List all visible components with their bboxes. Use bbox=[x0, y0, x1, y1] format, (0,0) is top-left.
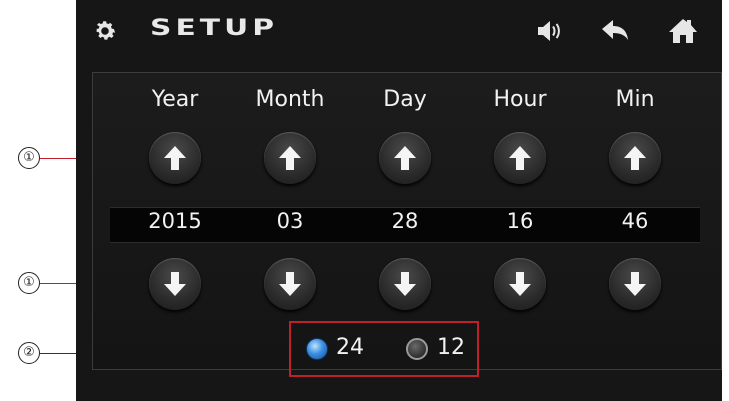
arrow-down-icon bbox=[279, 272, 301, 296]
day-value: 28 bbox=[391, 209, 419, 233]
hour-value: 16 bbox=[506, 209, 534, 233]
day-up-button[interactable] bbox=[379, 132, 431, 184]
label-min: Min bbox=[615, 87, 655, 112]
label-hour: Hour bbox=[493, 87, 547, 112]
arrow-up-icon bbox=[279, 146, 301, 170]
gear-icon[interactable] bbox=[92, 18, 118, 44]
header-bar: SETUP bbox=[76, 0, 722, 62]
callout-up-arrows: ① bbox=[18, 147, 40, 169]
arrow-down-icon bbox=[164, 272, 186, 296]
home-icon[interactable] bbox=[667, 16, 699, 46]
day-down-button[interactable] bbox=[379, 258, 431, 310]
month-up-button[interactable] bbox=[264, 132, 316, 184]
min-up-button[interactable] bbox=[609, 132, 661, 184]
label-year: Year bbox=[151, 87, 199, 112]
sound-icon[interactable] bbox=[534, 16, 566, 46]
arrow-down-icon bbox=[624, 272, 646, 296]
arrow-up-icon bbox=[624, 146, 646, 170]
page-title: SETUP bbox=[150, 16, 279, 41]
month-down-button[interactable] bbox=[264, 258, 316, 310]
radio-24-label[interactable]: 24 bbox=[336, 335, 364, 360]
radio-24-hour[interactable] bbox=[306, 338, 328, 360]
callout-down-arrows: ① bbox=[18, 272, 40, 294]
min-down-button[interactable] bbox=[609, 258, 661, 310]
arrow-up-icon bbox=[394, 146, 416, 170]
label-day: Day bbox=[383, 87, 427, 112]
hour-up-button[interactable] bbox=[494, 132, 546, 184]
radio-12-label[interactable]: 12 bbox=[437, 335, 465, 360]
year-value: 2015 bbox=[148, 209, 202, 233]
radio-12-hour[interactable] bbox=[406, 338, 428, 360]
arrow-up-icon bbox=[164, 146, 186, 170]
arrow-down-icon bbox=[394, 272, 416, 296]
year-down-button[interactable] bbox=[149, 258, 201, 310]
month-value: 03 bbox=[276, 209, 304, 233]
hour-down-button[interactable] bbox=[494, 258, 546, 310]
label-month: Month bbox=[255, 87, 325, 112]
arrow-up-icon bbox=[509, 146, 531, 170]
min-value: 46 bbox=[621, 209, 649, 233]
callout-time-format: ② bbox=[18, 342, 40, 364]
back-icon[interactable] bbox=[599, 16, 631, 46]
arrow-down-icon bbox=[509, 272, 531, 296]
year-up-button[interactable] bbox=[149, 132, 201, 184]
